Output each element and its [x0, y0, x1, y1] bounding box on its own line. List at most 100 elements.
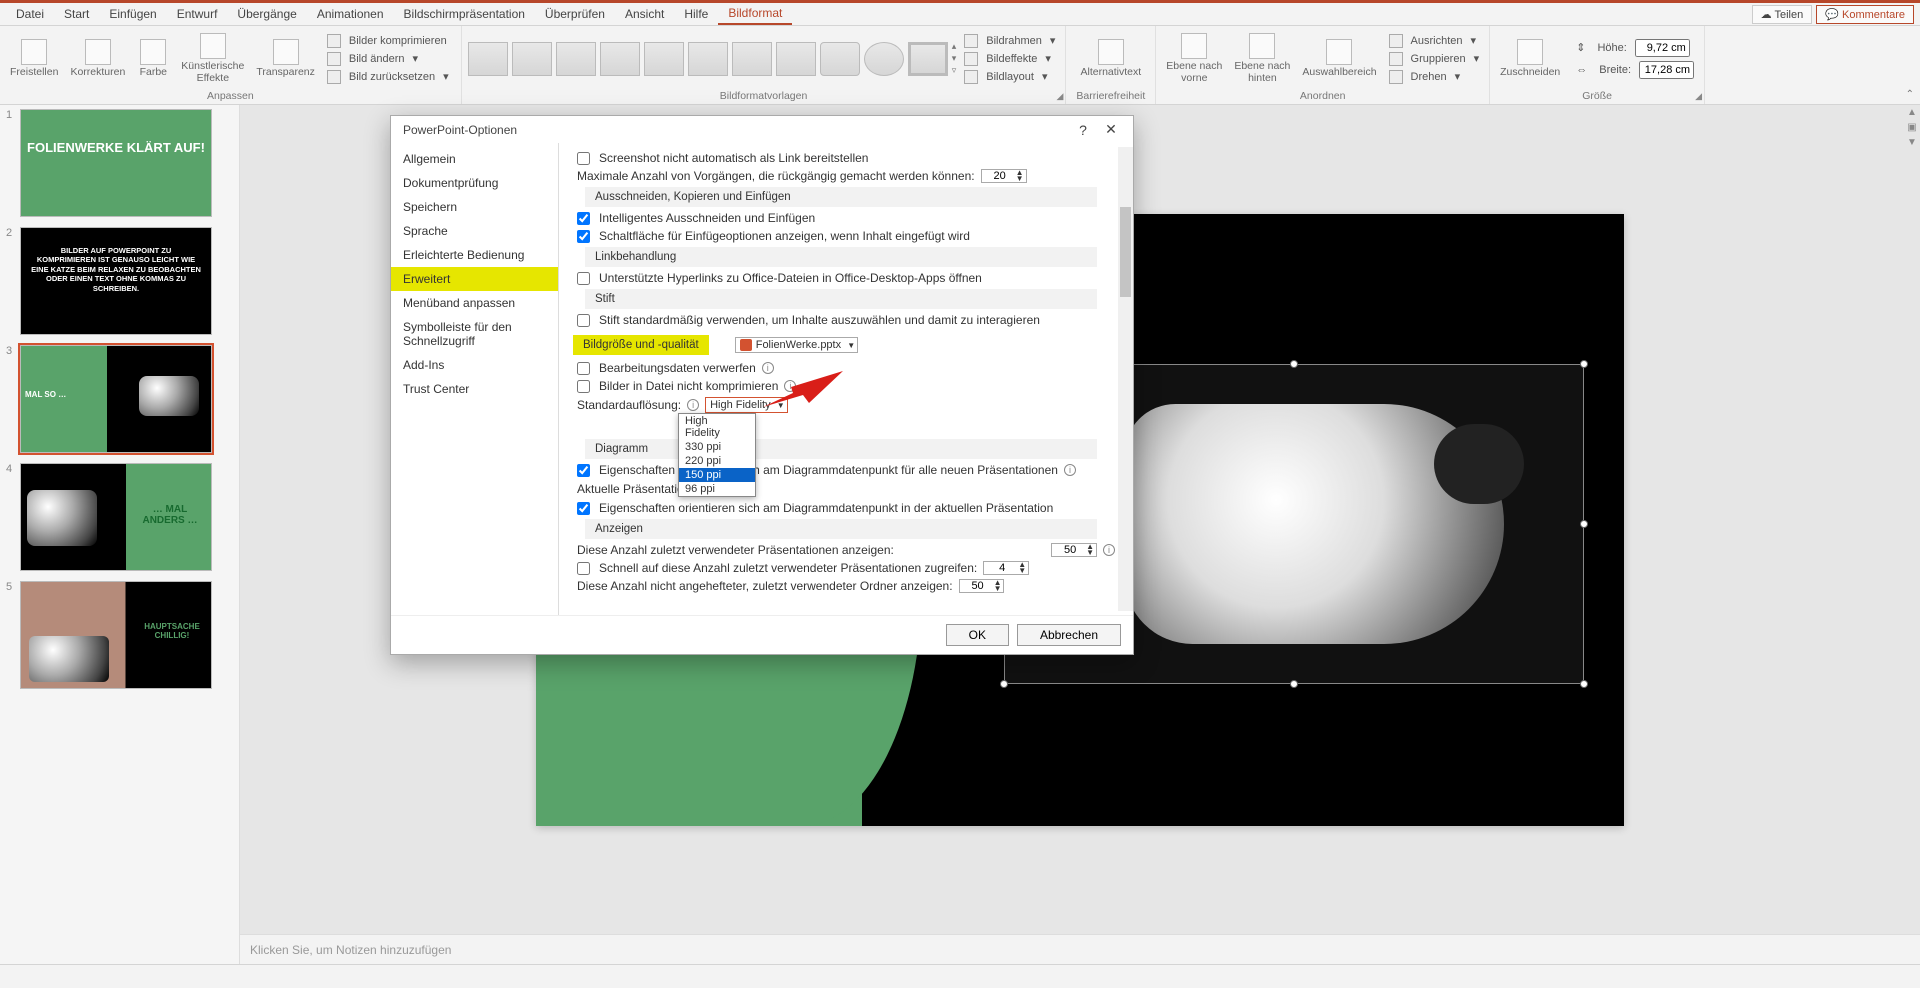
picture-layout-button[interactable]: Bildlayout ▾ — [960, 69, 1059, 85]
res-opt-hifi[interactable]: High Fidelity — [679, 414, 755, 440]
tab-uebergaenge[interactable]: Übergänge — [227, 4, 306, 24]
scroll-thumb[interactable] — [1120, 207, 1131, 297]
nav-sprache[interactable]: Sprache — [391, 219, 558, 243]
nav-allgemein[interactable]: Allgemein — [391, 147, 558, 171]
align-button[interactable]: Ausrichten ▾ — [1385, 33, 1484, 49]
style-thumb[interactable] — [776, 42, 816, 76]
tab-bildschirmpraesentation[interactable]: Bildschirmpräsentation — [394, 4, 535, 24]
send-backward-button[interactable]: Ebene nach hinten — [1230, 31, 1294, 85]
style-thumb[interactable] — [732, 42, 772, 76]
tab-bildformat[interactable]: Bildformat — [718, 3, 792, 25]
tab-start[interactable]: Start — [54, 4, 99, 24]
height-input[interactable] — [1635, 39, 1690, 57]
collapse-ribbon-button[interactable]: ⌃ — [1906, 89, 1914, 100]
remove-background-button[interactable]: Freistellen — [6, 37, 62, 80]
nav-erweitert[interactable]: Erweitert — [391, 267, 558, 291]
opt-pen-default[interactable]: Stift standardmäßig verwenden, um Inhalt… — [573, 311, 1115, 329]
alt-text-button[interactable]: Alternativtext — [1076, 37, 1145, 80]
slide-thumb-2[interactable]: 2 BILDER AUF POWERPOINT ZU KOMPRIMIEREN … — [6, 227, 233, 335]
vertical-nav[interactable]: ▲▣▼ — [1906, 107, 1918, 932]
style-thumb[interactable] — [468, 42, 508, 76]
width-input[interactable] — [1639, 61, 1694, 79]
opt-screenshot-link[interactable]: Screenshot nicht automatisch als Link be… — [573, 149, 1115, 167]
height-field[interactable]: ⇕Höhe: — [1568, 38, 1698, 58]
share-button[interactable]: ☁ Teilen — [1752, 5, 1813, 24]
dialog-titlebar[interactable]: PowerPoint-Optionen ? ✕ — [391, 116, 1133, 143]
notes-pane[interactable]: Klicken Sie, um Notizen hinzuzufügen — [240, 934, 1920, 964]
style-thumb[interactable] — [512, 42, 552, 76]
transparency-button[interactable]: Transparenz — [252, 37, 319, 80]
nav-speichern[interactable]: Speichern — [391, 195, 558, 219]
tab-datei[interactable]: Datei — [6, 4, 54, 24]
res-opt-96[interactable]: 96 ppi — [679, 482, 755, 496]
tab-einfuegen[interactable]: Einfügen — [99, 4, 166, 24]
slide-thumb-1[interactable]: 1 FOLIENWERKE KLÄRT AUF! — [6, 109, 233, 217]
slide-thumb-5[interactable]: 5 HAUPTSACHE CHILLIG! — [6, 581, 233, 689]
style-thumb[interactable] — [644, 42, 684, 76]
opt-office-links[interactable]: Unterstützte Hyperlinks zu Office-Dateie… — [573, 269, 1115, 287]
group-button[interactable]: Gruppieren ▾ — [1385, 51, 1484, 67]
rotate-button[interactable]: Drehen ▾ — [1385, 69, 1484, 85]
nav-symbolleiste[interactable]: Symbolleiste für den Schnellzugriff — [391, 315, 558, 353]
crop-button[interactable]: Zuschneiden — [1496, 37, 1564, 80]
tab-entwurf[interactable]: Entwurf — [167, 4, 228, 24]
cancel-button[interactable]: Abbrechen — [1017, 624, 1121, 646]
slide-thumb-4[interactable]: 4 … MAL ANDERS … — [6, 463, 233, 571]
style-thumb[interactable] — [864, 42, 904, 76]
gallery-more-button[interactable]: ▴▾▿ — [952, 41, 957, 76]
recent-pres-input[interactable]: ▲▼ — [1051, 543, 1097, 557]
close-button[interactable]: ✕ — [1097, 121, 1125, 138]
change-picture-button[interactable]: Bild ändern ▾ — [323, 51, 455, 67]
picture-styles-gallery[interactable]: ▴▾▿ — [468, 41, 957, 76]
width-field[interactable]: ⇔Breite: — [1568, 60, 1698, 80]
quick-recent-input[interactable]: ▲▼ — [983, 561, 1029, 575]
bring-forward-button[interactable]: Ebene nach vorne — [1162, 31, 1226, 85]
nav-menueband[interactable]: Menüband anpassen — [391, 291, 558, 315]
image-quality-file-combo[interactable]: FolienWerke.pptx▼ — [735, 337, 858, 353]
recent-folders-input[interactable]: ▲▼ — [959, 579, 1005, 593]
nav-trustcenter[interactable]: Trust Center — [391, 377, 558, 401]
styles-launcher[interactable]: ◢ — [1056, 91, 1063, 102]
comments-button[interactable]: 💬 Kommentare — [1816, 5, 1914, 24]
compress-pictures-button[interactable]: Bilder komprimieren — [323, 33, 455, 49]
content-scrollbar[interactable] — [1118, 147, 1133, 611]
tab-ueberpruefen[interactable]: Überprüfen — [535, 4, 615, 24]
info-icon[interactable]: i — [1103, 544, 1115, 556]
slide-panel[interactable]: 1 FOLIENWERKE KLÄRT AUF! 2 BILDER AUF PO… — [0, 105, 240, 964]
selection-pane-button[interactable]: Auswahlbereich — [1298, 37, 1380, 80]
info-icon[interactable]: i — [687, 399, 699, 411]
ok-button[interactable]: OK — [946, 624, 1009, 646]
info-icon[interactable]: i — [1064, 464, 1076, 476]
nav-erleichterte[interactable]: Erleichterte Bedienung — [391, 243, 558, 267]
tab-animationen[interactable]: Animationen — [307, 4, 394, 24]
undo-input[interactable]: ▲▼ — [981, 169, 1027, 183]
style-thumb[interactable] — [600, 42, 640, 76]
res-opt-150[interactable]: 150 ppi — [679, 468, 755, 482]
style-thumb[interactable] — [688, 42, 728, 76]
opt-quick-recent[interactable]: Schnell auf diese Anzahl zuletzt verwend… — [573, 559, 1115, 577]
style-thumb[interactable] — [908, 42, 948, 76]
res-opt-220[interactable]: 220 ppi — [679, 454, 755, 468]
resolution-dropdown[interactable]: High Fidelity 330 ppi 220 ppi 150 ppi 96… — [678, 413, 756, 497]
style-thumb[interactable] — [820, 42, 860, 76]
tab-hilfe[interactable]: Hilfe — [674, 4, 718, 24]
opt-diag-all[interactable]: Eigenschaften orientieren sich am Diagra… — [573, 461, 1115, 479]
picture-effects-button[interactable]: Bildeffekte ▾ — [960, 51, 1059, 67]
picture-frame-button[interactable]: Bildrahmen ▾ — [960, 33, 1059, 49]
opt-diag-this[interactable]: Eigenschaften orientieren sich am Diagra… — [573, 499, 1115, 517]
opt-discard-edit[interactable]: Bearbeitungsdaten verwerfen i — [573, 359, 1115, 377]
opt-smart-cut[interactable]: Intelligentes Ausschneiden und Einfügen — [573, 209, 1115, 227]
tab-ansicht[interactable]: Ansicht — [615, 4, 674, 24]
help-button[interactable]: ? — [1069, 122, 1097, 138]
color-button[interactable]: Farbe — [133, 37, 173, 80]
size-launcher[interactable]: ◢ — [1695, 91, 1702, 102]
corrections-button[interactable]: Korrekturen — [66, 37, 129, 80]
nav-addins[interactable]: Add-Ins — [391, 353, 558, 377]
style-thumb[interactable] — [556, 42, 596, 76]
opt-paste-button[interactable]: Schaltfläche für Einfügeoptionen anzeige… — [573, 227, 1115, 245]
slide-thumb-3[interactable]: 3 MAL SO … — [6, 345, 233, 453]
opt-no-compress[interactable]: Bilder in Datei nicht komprimieren i — [573, 377, 1115, 395]
artistic-effects-button[interactable]: Künstlerische Effekte — [177, 31, 248, 85]
nav-dokumentpruefung[interactable]: Dokumentprüfung — [391, 171, 558, 195]
res-opt-330[interactable]: 330 ppi — [679, 440, 755, 454]
